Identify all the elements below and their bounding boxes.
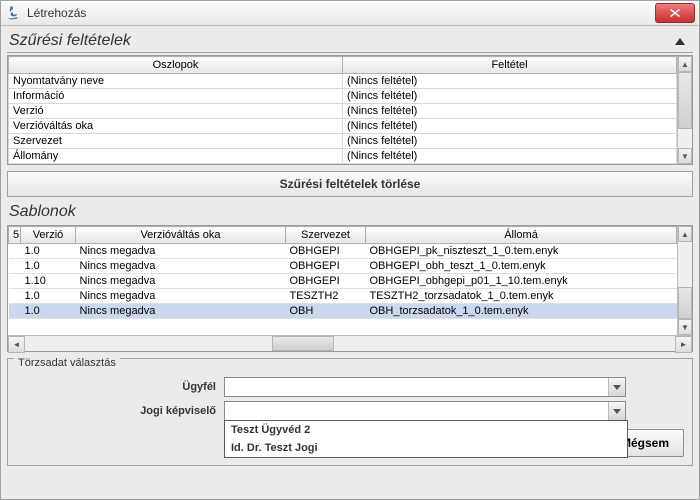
filter-table-panel: Oszlopok Feltétel Nyomtatvány neve(Nincs…: [7, 55, 693, 165]
scroll-right-icon[interactable]: ►: [675, 336, 692, 353]
table-row[interactable]: 1.0Nincs megadvaTESZTH2TESZTH2_torzsadat…: [9, 289, 677, 304]
window-close-button[interactable]: [655, 3, 695, 23]
templates-section-header[interactable]: Sablonok: [7, 201, 693, 223]
cancel-label: Mégsem: [621, 436, 669, 450]
ugyfel-combo[interactable]: [224, 377, 626, 397]
filter-row[interactable]: Információ(Nincs feltétel): [9, 89, 677, 104]
close-icon: [670, 9, 680, 17]
scroll-up-icon[interactable]: ▲: [678, 56, 692, 72]
filter-table: Oszlopok Feltétel Nyomtatvány neve(Nincs…: [8, 56, 677, 164]
templates-table-panel: 5 Verzió Verzióváltás oka Szervezet Állo…: [7, 225, 693, 352]
templ-col-first[interactable]: 5: [9, 227, 21, 244]
jogi-label: Jogi képviselő: [16, 405, 224, 417]
filter-row[interactable]: Szervezet(Nincs feltétel): [9, 134, 677, 149]
filter-vscrollbar[interactable]: ▲ ▼: [677, 56, 692, 164]
filter-row[interactable]: Állomány(Nincs feltétel): [9, 149, 677, 164]
templ-col-valtas[interactable]: Verzióváltás oka: [76, 227, 286, 244]
java-app-icon: [5, 5, 21, 21]
chevron-down-icon: [608, 378, 625, 396]
ugyfel-label: Ügyfél: [16, 381, 224, 393]
collapse-up-icon: [675, 38, 685, 45]
scroll-up-icon[interactable]: ▲: [678, 226, 692, 242]
templ-col-verzio[interactable]: Verzió: [21, 227, 76, 244]
scroll-down-icon[interactable]: ▼: [678, 319, 692, 335]
scroll-down-icon[interactable]: ▼: [678, 148, 692, 164]
jogi-option[interactable]: Teszt Ügyvéd 2: [225, 421, 627, 439]
torzsadat-group-title: Törzsadat választás: [14, 357, 120, 369]
window-title: Létrehozás: [27, 6, 655, 20]
titlebar: Létrehozás: [1, 1, 699, 26]
templates-table: 5 Verzió Verzióváltás oka Szervezet Állo…: [8, 226, 677, 319]
chevron-down-icon: [608, 402, 625, 420]
templates-vscrollbar[interactable]: ▲ ▼: [677, 226, 692, 335]
filter-section-header[interactable]: Szűrési feltételek: [7, 30, 693, 53]
clear-filters-button[interactable]: Szűrési feltételek törlése: [7, 171, 693, 197]
table-row[interactable]: 1.10Nincs megadvaOBHGEPIOBHGEPI_obhgepi_…: [9, 274, 677, 289]
window: Létrehozás Szűrési feltételek Oszlopok F…: [0, 0, 700, 500]
jogi-option[interactable]: Id. Dr. Teszt Jogi: [225, 439, 627, 457]
filter-row[interactable]: Verzióváltás oka(Nincs feltétel): [9, 119, 677, 134]
templates-section-title: Sablonok: [9, 203, 76, 221]
scroll-thumb[interactable]: [678, 72, 692, 129]
jogi-dropdown: Teszt Ügyvéd 2 Id. Dr. Teszt Jogi: [224, 420, 628, 458]
torzsadat-group: Törzsadat választás Ügyfél Jogi képvisel…: [7, 358, 693, 466]
jogi-combo[interactable]: Teszt Ügyvéd 2 Id. Dr. Teszt Jogi: [224, 401, 626, 421]
filter-col-columns[interactable]: Oszlopok: [9, 57, 343, 74]
filter-col-condition[interactable]: Feltétel: [343, 57, 677, 74]
scroll-thumb[interactable]: [678, 287, 692, 319]
scroll-left-icon[interactable]: ◄: [8, 336, 25, 353]
scroll-thumb[interactable]: [272, 336, 334, 351]
templ-col-allomany[interactable]: Állomá: [366, 227, 677, 244]
templates-hscrollbar[interactable]: ◄ ►: [8, 335, 692, 351]
filter-row[interactable]: Verzió(Nincs feltétel): [9, 104, 677, 119]
table-row[interactable]: 1.0Nincs megadvaOBHGEPIOBHGEPI_pk_niszte…: [9, 244, 677, 259]
filter-section-title: Szűrési feltételek: [9, 32, 131, 50]
table-row[interactable]: 1.0Nincs megadvaOBHGEPIOBHGEPI_obh_teszt…: [9, 259, 677, 274]
templ-col-szervezet[interactable]: Szervezet: [286, 227, 366, 244]
table-row-selected[interactable]: 1.0Nincs megadvaOBHOBH_torzsadatok_1_0.t…: [9, 304, 677, 319]
filter-row[interactable]: Nyomtatvány neve(Nincs feltétel): [9, 74, 677, 89]
